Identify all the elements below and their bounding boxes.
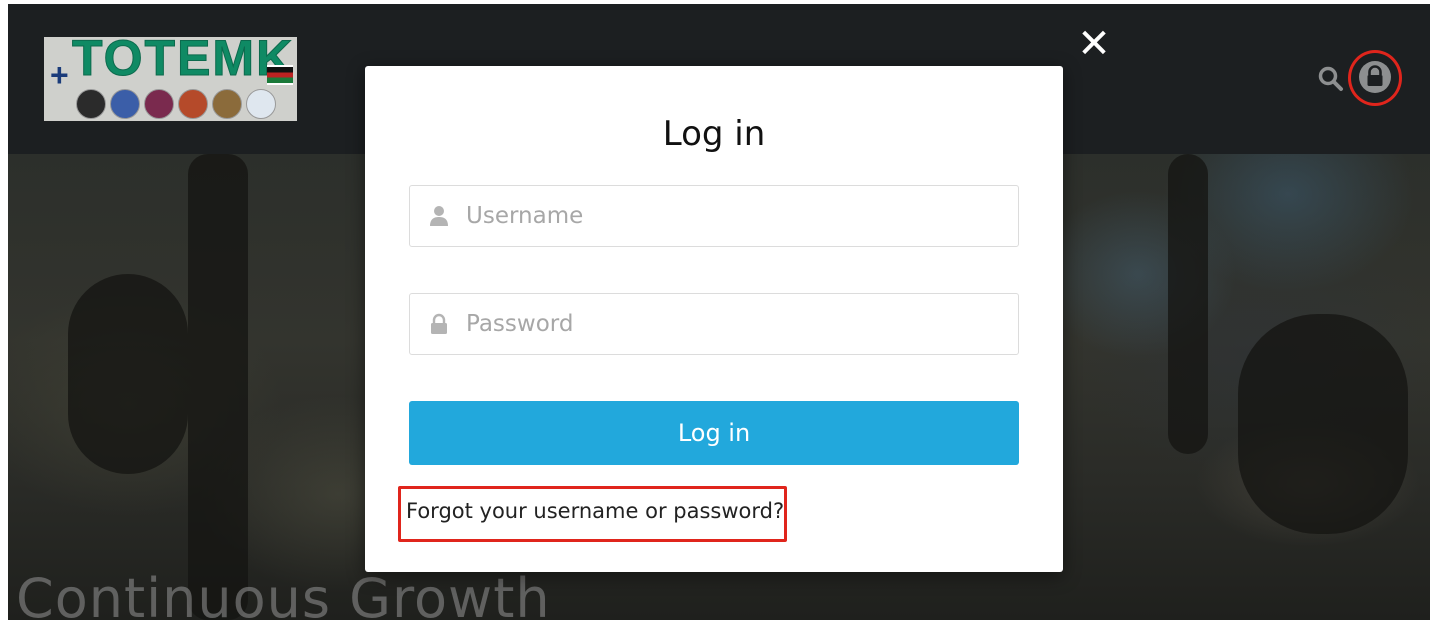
logo-text: TOTEMK: [71, 30, 295, 86]
background-shape: [68, 274, 188, 474]
background-shape: [1238, 314, 1408, 534]
login-button[interactable]: Log in: [409, 401, 1019, 465]
partner-laurea-icon: [110, 89, 140, 119]
close-icon[interactable]: ✕: [1074, 24, 1114, 64]
partner-crest-icon: [76, 89, 106, 119]
username-input[interactable]: [464, 202, 1018, 230]
search-icon[interactable]: [1318, 66, 1344, 92]
partner-crest-icon: [212, 89, 242, 119]
logo-plus-mark: +: [50, 57, 69, 93]
site-logo[interactable]: + TOTEMK: [44, 30, 297, 121]
hero-title: Continuous Growth: [16, 567, 551, 620]
kenya-flag-icon: [267, 65, 293, 85]
annotation-rectangle: [398, 486, 787, 542]
page-frame: Continuous Growth + TOTEMK ✕ Log in User…: [8, 4, 1430, 620]
partner-pwani-icon: [246, 89, 276, 119]
background-shape: [188, 154, 248, 620]
annotation-circle: [1348, 50, 1402, 106]
partner-university-icon: [144, 89, 174, 119]
username-field-container: [409, 185, 1019, 247]
password-field-container: [409, 293, 1019, 355]
password-input[interactable]: [464, 310, 1018, 338]
background-shape: [1168, 154, 1208, 454]
modal-title: Log in: [662, 114, 766, 154]
lock-icon: [428, 313, 450, 335]
login-modal: Log in Log in Forgot your username or pa…: [365, 66, 1063, 572]
logo-partner-badges: [76, 89, 276, 119]
partner-crest-icon: [178, 89, 208, 119]
user-icon: [428, 205, 450, 227]
